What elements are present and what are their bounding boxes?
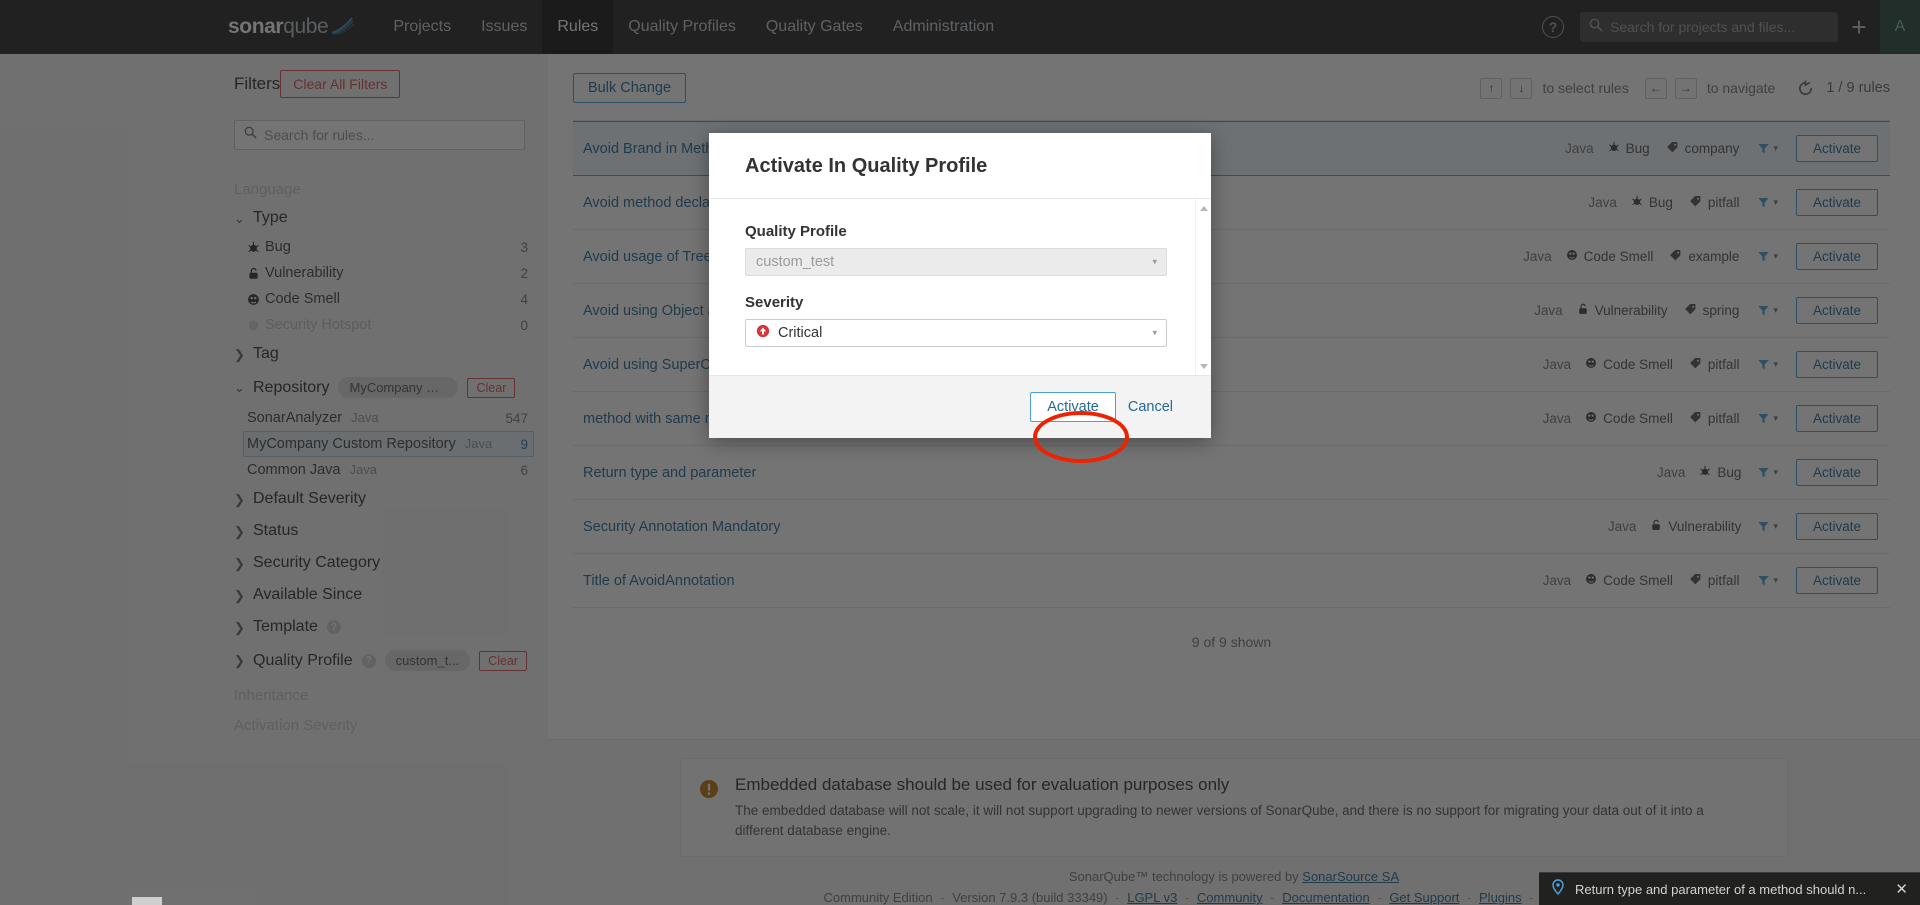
severity-select[interactable]: Critical ▾ <box>745 319 1167 347</box>
modal-activate-button[interactable]: Activate <box>1030 392 1116 422</box>
download-bar: Return type and parameter of a method sh… <box>1539 872 1920 905</box>
modal-scrollbar[interactable] <box>1195 199 1211 375</box>
download-file-icon <box>1551 878 1565 900</box>
modal-footer: Activate Cancel <box>709 375 1211 438</box>
quality-profile-label: Quality Profile <box>745 223 847 240</box>
quality-profile-value: custom_test <box>756 254 835 270</box>
modal-cancel-link[interactable]: Cancel <box>1126 393 1175 421</box>
chevron-down-icon: ▾ <box>1152 256 1157 267</box>
critical-severity-icon <box>756 324 770 342</box>
scroll-up-arrow-icon[interactable] <box>1198 202 1210 214</box>
page-root: sonar qube Projects Issues Rules Quality… <box>0 0 1920 905</box>
modal-title: Activate In Quality Profile <box>745 155 988 177</box>
scroll-down-arrow-icon[interactable] <box>1198 360 1210 372</box>
modal-body: Quality Profile custom_test ▾ Severity C… <box>709 199 1211 375</box>
download-filename[interactable]: Return type and parameter of a method sh… <box>1575 882 1885 897</box>
close-icon[interactable]: ✕ <box>1895 880 1908 898</box>
chevron-down-icon: ▾ <box>1152 327 1157 338</box>
severity-label: Severity <box>745 294 804 311</box>
severity-value: Critical <box>778 325 823 341</box>
severity-value-group: Critical <box>756 324 822 342</box>
quality-profile-select: custom_test ▾ <box>745 248 1167 276</box>
taskbar-indicator <box>132 897 162 905</box>
activate-rule-modal: Activate In Quality Profile Quality Prof… <box>709 133 1211 438</box>
modal-header: Activate In Quality Profile <box>709 133 1211 199</box>
